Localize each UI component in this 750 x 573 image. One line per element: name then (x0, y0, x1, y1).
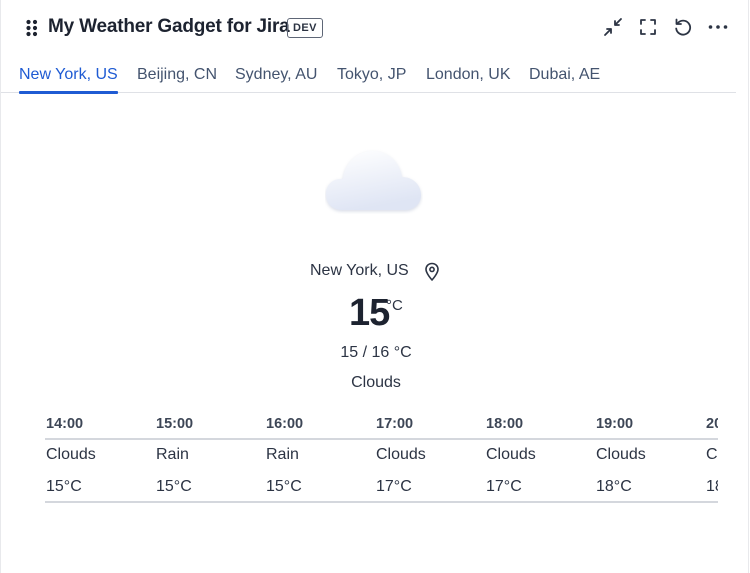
forecast-column: 18:00 Clouds 17°C (485, 410, 595, 504)
cloud-icon (325, 148, 423, 214)
location-tabs: New York, US Beijing, CN Sydney, AU Toky… (1, 58, 736, 94)
dev-badge: DEV (287, 18, 323, 38)
gadget-header: My Weather Gadget for Jira DEV (1, 0, 748, 56)
forecast-time: 17:00 (376, 416, 414, 432)
forecast-time: 18:00 (486, 416, 524, 432)
forecast-header-divider (45, 438, 718, 440)
tab-london[interactable]: London, UK (426, 58, 511, 92)
forecast-condition: Rain (266, 446, 299, 463)
hourly-forecast[interactable]: 14:00 Clouds 15°C 15:00 Rain 15°C 16:00 … (45, 410, 718, 504)
forecast-column: 16:00 Rain 15°C (265, 410, 375, 504)
forecast-temperature: 15°C (46, 478, 82, 495)
tab-beijing[interactable]: Beijing, CN (137, 58, 217, 92)
forecast-time: 20:00 (706, 416, 718, 432)
fullscreen-icon[interactable] (637, 16, 659, 38)
tab-tokyo[interactable]: Tokyo, JP (337, 58, 406, 92)
forecast-temperature: 18°C (706, 478, 718, 495)
location-pin-icon (424, 262, 440, 282)
forecast-bottom-divider (45, 501, 718, 503)
more-icon[interactable] (707, 16, 729, 38)
minimize-icon[interactable] (602, 16, 624, 38)
tab-new-york[interactable]: New York, US (19, 58, 118, 94)
min-max-temperature: 15 / 16 °C (340, 344, 412, 361)
forecast-condition: Rain (156, 446, 189, 463)
current-temperature: 15 (349, 292, 390, 334)
forecast-column: 15:00 Rain 15°C (155, 410, 265, 504)
forecast-temperature: 18°C (596, 478, 632, 495)
forecast-time: 16:00 (266, 416, 304, 432)
forecast-condition: Clouds (46, 446, 96, 463)
forecast-condition: Clouds (486, 446, 536, 463)
forecast-temperature: 17°C (486, 478, 522, 495)
forecast-column: 19:00 Clouds 18°C (595, 410, 705, 504)
tab-sydney[interactable]: Sydney, AU (235, 58, 317, 92)
forecast-column: 14:00 Clouds 15°C (45, 410, 155, 504)
forecast-column: 17:00 Clouds 17°C (375, 410, 485, 504)
refresh-icon[interactable] (672, 16, 694, 38)
forecast-column: 20:00 Clouds 18°C (705, 410, 718, 504)
forecast-temperature: 17°C (376, 478, 412, 495)
forecast-time: 15:00 (156, 416, 194, 432)
temperature-unit: °C (386, 297, 403, 314)
current-condition: Clouds (351, 374, 401, 391)
tab-dubai[interactable]: Dubai, AE (529, 58, 600, 92)
gadget-title: My Weather Gadget for Jira (48, 16, 290, 37)
forecast-condition: Clouds (376, 446, 426, 463)
weather-gadget-panel: My Weather Gadget for Jira DEV New York,… (0, 0, 749, 573)
forecast-time: 19:00 (596, 416, 634, 432)
forecast-temperature: 15°C (156, 478, 192, 495)
current-location: New York, US (310, 262, 409, 279)
forecast-time: 14:00 (46, 416, 84, 432)
forecast-condition: Clouds (596, 446, 646, 463)
forecast-row: 14:00 Clouds 15°C 15:00 Rain 15°C 16:00 … (45, 410, 718, 504)
forecast-temperature: 15°C (266, 478, 302, 495)
forecast-condition: Clouds (706, 446, 718, 463)
drag-handle-icon[interactable] (25, 19, 39, 37)
